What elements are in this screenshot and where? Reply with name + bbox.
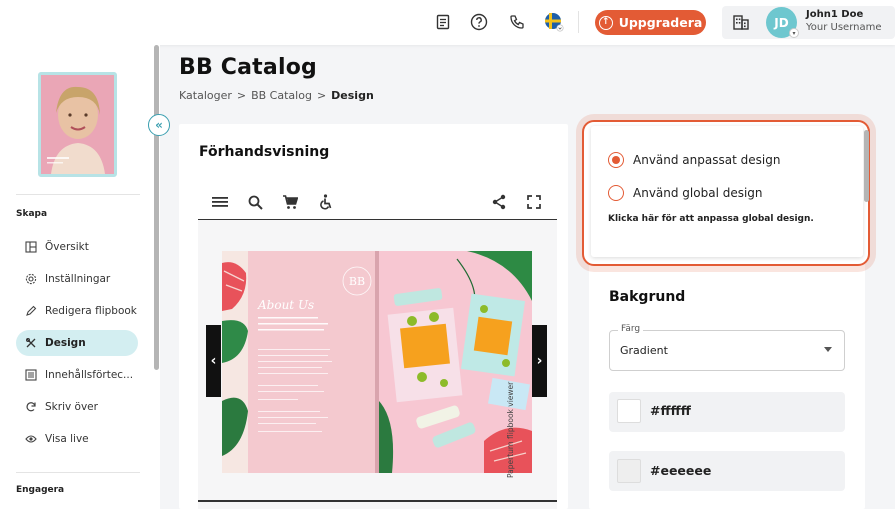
breadcrumb-item[interactable]: BB Catalog bbox=[251, 89, 312, 102]
upgrade-label: Uppgradera bbox=[618, 15, 703, 30]
catalog-cover-thumbnail[interactable] bbox=[38, 72, 117, 177]
breadcrumb-current: Design bbox=[331, 89, 374, 102]
sidebar-item-view-live[interactable]: Visa live bbox=[16, 426, 138, 452]
chevron-down-icon bbox=[824, 347, 832, 352]
color-swatch[interactable] bbox=[617, 399, 641, 423]
app-root: ↑ Uppgradera JD ▾ John1 Doe Your Usernam… bbox=[0, 0, 895, 509]
global-design-label: Använd global design bbox=[633, 186, 763, 200]
layout-icon bbox=[25, 241, 37, 253]
divider bbox=[16, 194, 140, 195]
user-username: Your Username bbox=[806, 22, 882, 33]
arrow-up-icon: ↑ bbox=[598, 15, 613, 30]
collapse-sidebar-button[interactable]: « bbox=[148, 114, 170, 136]
sidebar-item-label: Visa live bbox=[45, 433, 89, 445]
sidebar-item-label: Innehållsförtec... bbox=[45, 369, 134, 381]
settings-icon bbox=[25, 273, 37, 285]
sidebar-item-label: Inställningar bbox=[45, 273, 111, 285]
cart-icon[interactable] bbox=[281, 193, 299, 211]
breadcrumb: Kataloger > BB Catalog > Design bbox=[179, 89, 374, 102]
upgrade-button[interactable]: ↑ Uppgradera bbox=[595, 10, 706, 35]
global-design-option[interactable]: Använd global design bbox=[608, 185, 763, 201]
sidebar-item-label: Översikt bbox=[45, 241, 89, 253]
background-type-label: Färg bbox=[618, 324, 644, 334]
settings-scrollbar[interactable] bbox=[864, 130, 869, 202]
sidebar-item-label: Design bbox=[45, 337, 86, 349]
customize-global-design-link[interactable]: Klicka här för att anpassa global design… bbox=[608, 214, 814, 224]
section-label-engage: Engagera bbox=[16, 485, 65, 495]
next-page-button[interactable]: › bbox=[532, 325, 547, 397]
accessibility-icon[interactable] bbox=[316, 193, 334, 211]
color-value[interactable]: #ffffff bbox=[650, 403, 691, 418]
menu-icon[interactable] bbox=[211, 193, 229, 211]
preview-title: Förhandsvisning bbox=[199, 144, 330, 160]
global-design-radio[interactable] bbox=[608, 185, 624, 201]
user-name: John1 Doe bbox=[806, 9, 864, 20]
color-value[interactable]: #eeeeee bbox=[650, 463, 711, 478]
custom-design-option[interactable]: Använd anpassat design bbox=[608, 152, 780, 168]
pencil-icon bbox=[25, 305, 37, 317]
sidebar-item-settings[interactable]: Inställningar bbox=[16, 266, 138, 292]
sidebar-item-overview[interactable]: Översikt bbox=[16, 234, 138, 260]
eye-icon bbox=[25, 433, 37, 445]
sidebar-item-edit-flipbook[interactable]: Redigera flipbook bbox=[16, 298, 138, 324]
swedish-flag-icon[interactable] bbox=[544, 12, 564, 32]
page-heading-text: About Us bbox=[257, 298, 314, 312]
sidebar-item-label: Redigera flipbook bbox=[45, 305, 137, 317]
breadcrumb-separator: > bbox=[316, 89, 327, 102]
search-icon[interactable] bbox=[246, 193, 264, 211]
previous-page-button[interactable]: ‹ bbox=[206, 325, 221, 397]
divider bbox=[16, 472, 140, 473]
section-label-create: Skapa bbox=[16, 209, 48, 219]
sidebar-item-label: Skriv över bbox=[45, 401, 98, 413]
custom-design-label: Använd anpassat design bbox=[633, 153, 781, 167]
sidebar-item-overwrite[interactable]: Skriv över bbox=[16, 394, 138, 420]
color-input-2[interactable] bbox=[609, 451, 845, 491]
color-swatch[interactable] bbox=[617, 459, 641, 483]
list-icon bbox=[25, 369, 37, 381]
refresh-icon bbox=[25, 401, 37, 413]
radio-selected-dot bbox=[612, 156, 620, 164]
color-input-1[interactable] bbox=[609, 392, 845, 432]
page-title: BB Catalog bbox=[179, 55, 317, 80]
sidebar-item-table-of-contents[interactable]: Innehållsförtec... bbox=[16, 362, 138, 388]
breadcrumb-item[interactable]: Kataloger bbox=[179, 89, 232, 102]
viewer-watermark: Paperturn flipbook viewer bbox=[506, 381, 515, 478]
chevron-down-icon: ▾ bbox=[789, 28, 799, 38]
building-icon[interactable] bbox=[731, 12, 751, 32]
fullscreen-icon[interactable] bbox=[525, 193, 543, 211]
page-logo-text: BB bbox=[349, 275, 365, 288]
background-section-title: Bakgrund bbox=[609, 289, 686, 305]
sidebar-item-design[interactable]: Design bbox=[16, 330, 138, 356]
breadcrumb-separator: > bbox=[236, 89, 247, 102]
flipbook-spread[interactable]: BB About Us bbox=[222, 251, 532, 473]
viewer-bottom-bar bbox=[198, 500, 557, 502]
phone-icon[interactable] bbox=[507, 12, 527, 32]
custom-design-radio[interactable] bbox=[608, 152, 624, 168]
background-type-value: Gradient bbox=[620, 344, 668, 357]
share-icon[interactable] bbox=[490, 193, 508, 211]
sidebar-scrollbar[interactable] bbox=[154, 45, 159, 370]
toolbar-divider bbox=[578, 11, 579, 33]
help-icon[interactable] bbox=[469, 12, 489, 32]
document-icon[interactable] bbox=[433, 12, 453, 32]
design-icon bbox=[25, 337, 37, 349]
